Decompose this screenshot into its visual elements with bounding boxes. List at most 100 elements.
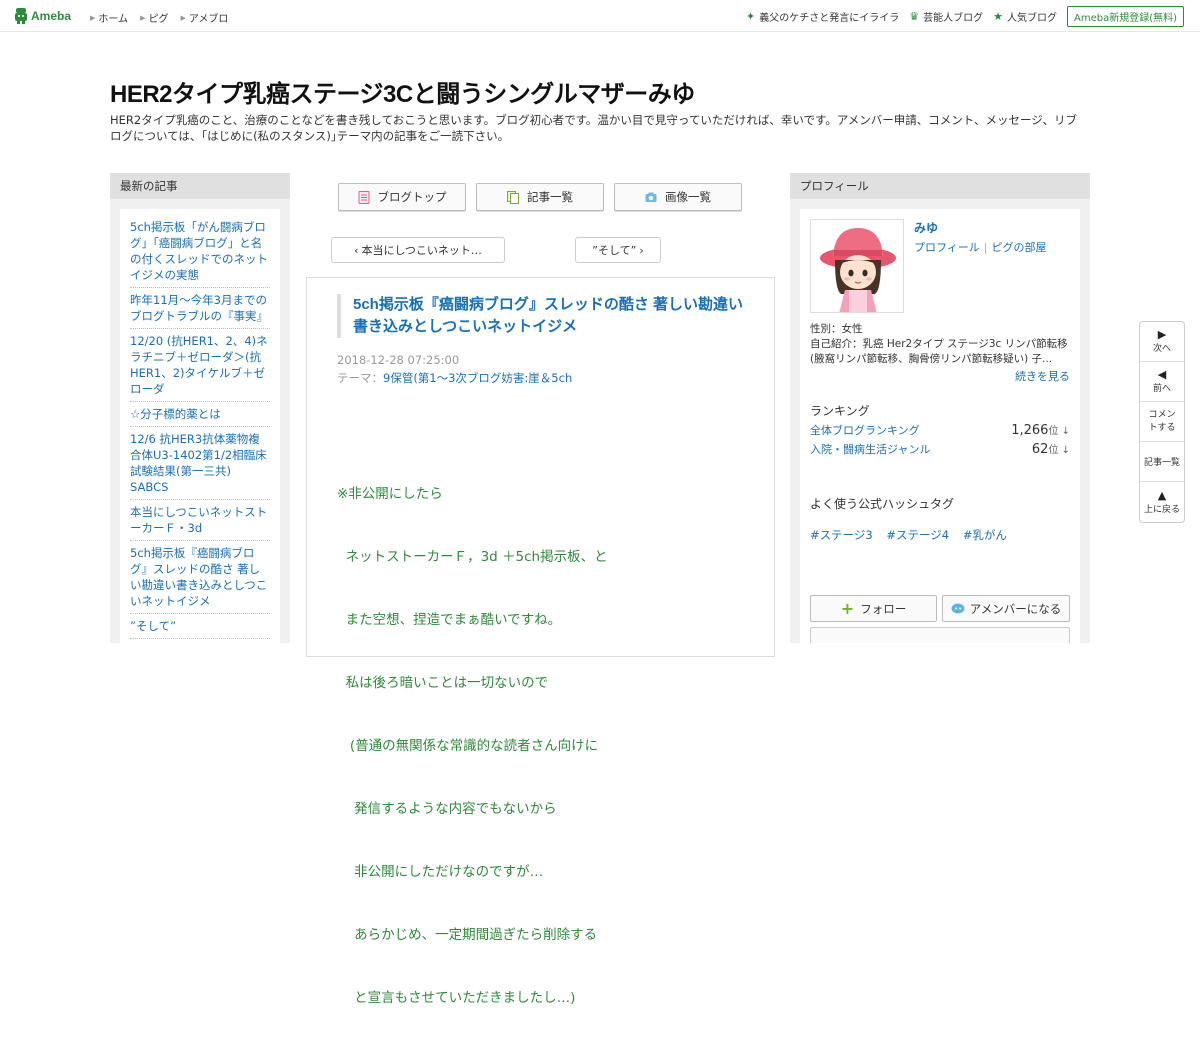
popular-blog-link[interactable]: ★ 人気ブログ bbox=[993, 9, 1057, 24]
next-arrow-icon: ▶ bbox=[1157, 328, 1167, 341]
body-line: ネットストーカーＦ，3d ＋5ch掲示板、と bbox=[337, 549, 608, 565]
blog-description: HER2タイプ乳癌のこと、治療のことなどを書き残しておこうと思います。ブログ初心… bbox=[110, 113, 1077, 143]
rank-unit: 位 ↓ bbox=[1048, 426, 1070, 437]
next-article-button[interactable]: ”そして” › bbox=[575, 237, 661, 263]
recent-article-link[interactable]: 12/20 (抗HER1、2、4)ネラチニブ＋ゼローダ＞(抗HER1、2)タイケ… bbox=[130, 329, 270, 402]
prev-article-label: 本当にしつこいネット… bbox=[361, 244, 482, 257]
prev-entry-button[interactable]: ◀ 前へ bbox=[1140, 362, 1184, 402]
recent-article-link[interactable]: ”そして” bbox=[130, 614, 270, 639]
recent-articles-heading: 最新の記事 bbox=[110, 173, 290, 199]
recent-articles-panel: 最新の記事 5ch掲示板「がん闘病ブログ」「癌闘病ブログ」と名の付くスレッドでの… bbox=[110, 173, 290, 649]
top-bar: Ameba ▶ ホーム ▶ ピグ ▶ アメブロ ✦ 義父のケチさと発言にイライラ ♛ 芸能… bbox=[0, 0, 1200, 32]
hashtag-link[interactable]: #ステージ4 bbox=[886, 528, 949, 542]
article-entry: 5ch掲示板『癌闘病ブログ』スレッドの酷さ 著しい勘違い書き込みとしつこいネット… bbox=[306, 277, 775, 1006]
trending-topic-link[interactable]: ✦ 義父のケチさと発言にイライラ bbox=[746, 9, 899, 24]
back-to-top-button[interactable]: ▲ 上に戻る bbox=[1140, 482, 1184, 522]
nav-home-label: ホーム bbox=[98, 14, 129, 25]
body-line: 私は後ろ暗いことは一切ないので bbox=[337, 675, 549, 691]
article-body: ※非公開にしたら ネットストーカーＦ，3d ＋5ch掲示板、と また空想、捏造で… bbox=[337, 442, 757, 1051]
article-title[interactable]: 5ch掲示板『癌闘病ブログ』スレッドの酷さ 著しい勘違い書き込みとしつこいネット… bbox=[337, 294, 747, 338]
article-list-button[interactable]: 記事一覧 bbox=[476, 183, 604, 211]
amember-label: アメンバーになる bbox=[969, 601, 1062, 616]
recent-article-link[interactable]: 5ch掲示板『癌闘病ブログ』スレッドの酷さ 著しい勘違い書き込みとしつこいネット… bbox=[130, 541, 270, 614]
body-line: また空想、捏造でまぁ酷いですね。 bbox=[337, 612, 562, 628]
ameba-logo[interactable]: Ameba bbox=[14, 7, 71, 25]
top-nav: ▶ ホーム ▶ ピグ ▶ アメブロ bbox=[90, 10, 240, 26]
recent-article-link[interactable]: 本当にしつこいネットストーカーＦ・3d bbox=[130, 500, 270, 541]
recent-article-link[interactable]: 12/6 抗HER3抗体薬物複合体U3-1402第1/2相臨床試験結果(第一三共… bbox=[130, 427, 270, 500]
article-date: 2018-12-28 07:25:00 bbox=[337, 353, 460, 367]
up-arrow-icon: ▲ bbox=[1157, 488, 1167, 502]
celebrity-blog-link[interactable]: ♛ 芸能人ブログ bbox=[909, 9, 983, 24]
nav-ameblo[interactable]: ▶ アメブロ bbox=[180, 10, 228, 26]
ranking-heading: ランキング bbox=[810, 404, 870, 418]
side-article-list-button[interactable]: 記事一覧 bbox=[1140, 442, 1184, 482]
body-line: 非公開にしただけなのですが… bbox=[337, 864, 544, 880]
profile-card: みゆ プロフィール | ピグの部屋 性別：女性 自己紹介：乳癌 Her2タイプ ステ… bbox=[800, 209, 1080, 643]
floating-side-nav: ▶ 次へ ◀ 前へ コメントする 記事一覧 ▲ 上に戻る bbox=[1139, 321, 1185, 523]
blog-top-label: ブログトップ bbox=[377, 190, 447, 204]
recent-article-link[interactable]: 昨年11月～今年3月までのブログトラブルの『事実』 bbox=[130, 288, 270, 329]
chevron-left-icon: ‹ bbox=[354, 243, 359, 257]
avatar[interactable] bbox=[810, 219, 904, 313]
overall-ranking-link[interactable]: 全体ブログランキング bbox=[810, 422, 920, 438]
nav-home[interactable]: ▶ ホーム bbox=[90, 10, 129, 26]
top-right-links: ✦ 義父のケチさと発言にイライラ ♛ 芸能人ブログ ★ 人気ブログ Ameba新規登録… bbox=[746, 6, 1184, 27]
body-line: (普通の無関係な常識的な読者さん向けに bbox=[337, 738, 599, 754]
body-line: 発信するような内容でもないから bbox=[337, 801, 557, 817]
popular-blog-label: 人気ブログ bbox=[1006, 13, 1057, 24]
pigg-room-link[interactable]: ピグの部屋 bbox=[992, 241, 1047, 254]
copy-documents-icon bbox=[507, 190, 519, 204]
body-line: あらかじめ、一定期間過ぎたら削除する bbox=[337, 927, 598, 943]
document-icon bbox=[358, 190, 369, 204]
signup-button[interactable]: Ameba新規登録(無料) bbox=[1066, 6, 1184, 27]
hashtag-link[interactable]: #ステージ3 bbox=[810, 528, 873, 542]
article-list-label: 記事一覧 bbox=[527, 190, 573, 204]
nav-pigg-label: ピグ bbox=[148, 14, 169, 25]
triangle-icon: ▶ bbox=[180, 13, 186, 22]
profile-name[interactable]: みゆ bbox=[914, 219, 938, 236]
profile-links: プロフィール | ピグの部屋 bbox=[914, 239, 1047, 255]
theme-link[interactable]: 9保管(第1～3次ブログ妨害:崖＆5ch bbox=[383, 371, 572, 385]
amember-button[interactable]: アメンバーになる bbox=[942, 595, 1070, 622]
avatar-image bbox=[811, 220, 903, 312]
trending-topic-label: 義父のケチさと発言にイライラ bbox=[759, 13, 900, 24]
nav-pigg[interactable]: ▶ ピグ bbox=[140, 10, 169, 26]
back-to-top-label: 上に戻る bbox=[1143, 504, 1180, 515]
prev-entry-label: 前へ bbox=[1152, 384, 1171, 394]
genre-ranking-link[interactable]: 入院・闘病生活ジャンル bbox=[810, 441, 930, 457]
theme-prefix: テーマ： bbox=[337, 371, 383, 385]
comment-button[interactable]: コメントする bbox=[1140, 402, 1184, 442]
star-icon: ★ bbox=[993, 10, 1003, 23]
image-list-label: 画像一覧 bbox=[665, 190, 711, 204]
main-content: ブログトップ 記事一覧 画像一覧 ‹ 本当にしつこいネット… ”そして” › 5… bbox=[306, 173, 775, 1006]
ameba-logo-icon bbox=[15, 8, 27, 24]
profile-heading: プロフィール bbox=[790, 173, 1090, 199]
prev-article-button[interactable]: ‹ 本当にしつこいネット… bbox=[331, 237, 505, 263]
body-line: ※非公開にしたら bbox=[337, 486, 443, 502]
blog-top-button[interactable]: ブログトップ bbox=[338, 183, 466, 211]
prev-arrow-icon: ◀ bbox=[1157, 368, 1167, 381]
separator: | bbox=[983, 241, 988, 254]
crown-icon: ♛ bbox=[909, 10, 920, 23]
follow-button[interactable]: + フォロー bbox=[810, 595, 937, 622]
comment-label: コメントする bbox=[1148, 409, 1176, 433]
camera-icon bbox=[645, 192, 657, 202]
next-entry-button[interactable]: ▶ 次へ bbox=[1140, 322, 1184, 362]
image-list-button[interactable]: 画像一覧 bbox=[614, 183, 742, 211]
article-theme: テーマ：9保管(第1～3次ブログ妨害:崖＆5ch bbox=[337, 370, 572, 386]
overall-ranking-value: 1,266 bbox=[1011, 423, 1049, 438]
recent-article-link[interactable]: ☆分子標的薬とは bbox=[130, 402, 270, 427]
chevron-right-icon: › bbox=[639, 243, 644, 257]
side-article-list-label: 記事一覧 bbox=[1143, 458, 1180, 468]
read-more-link[interactable]: 続きを見る bbox=[1015, 368, 1070, 384]
recent-articles-list: 5ch掲示板「がん闘病ブログ」「癌闘病ブログ」と名の付くスレッドでのネットイジメ… bbox=[120, 209, 280, 649]
profile-link[interactable]: プロフィール bbox=[914, 241, 980, 254]
profile-intro: 自己紹介：乳癌 Her2タイプ ステージ3c リンパ節転移 (腋窩リンパ節転移、… bbox=[810, 338, 1068, 365]
hashtag-link[interactable]: #乳がん bbox=[963, 528, 1007, 542]
blog-title[interactable]: HER2タイプ乳癌ステージ3Cと闘うシングルマザーみゆ bbox=[110, 74, 695, 109]
recent-article-link[interactable]: 5ch掲示板「がん闘病ブログ」「癌闘病ブログ」と名の付くスレッドでのネットイジメ… bbox=[130, 215, 270, 288]
celebrity-blog-label: 芸能人ブログ bbox=[923, 13, 984, 24]
rank-unit: 位 ↓ bbox=[1048, 445, 1070, 456]
follow-label: フォロー bbox=[860, 601, 907, 616]
